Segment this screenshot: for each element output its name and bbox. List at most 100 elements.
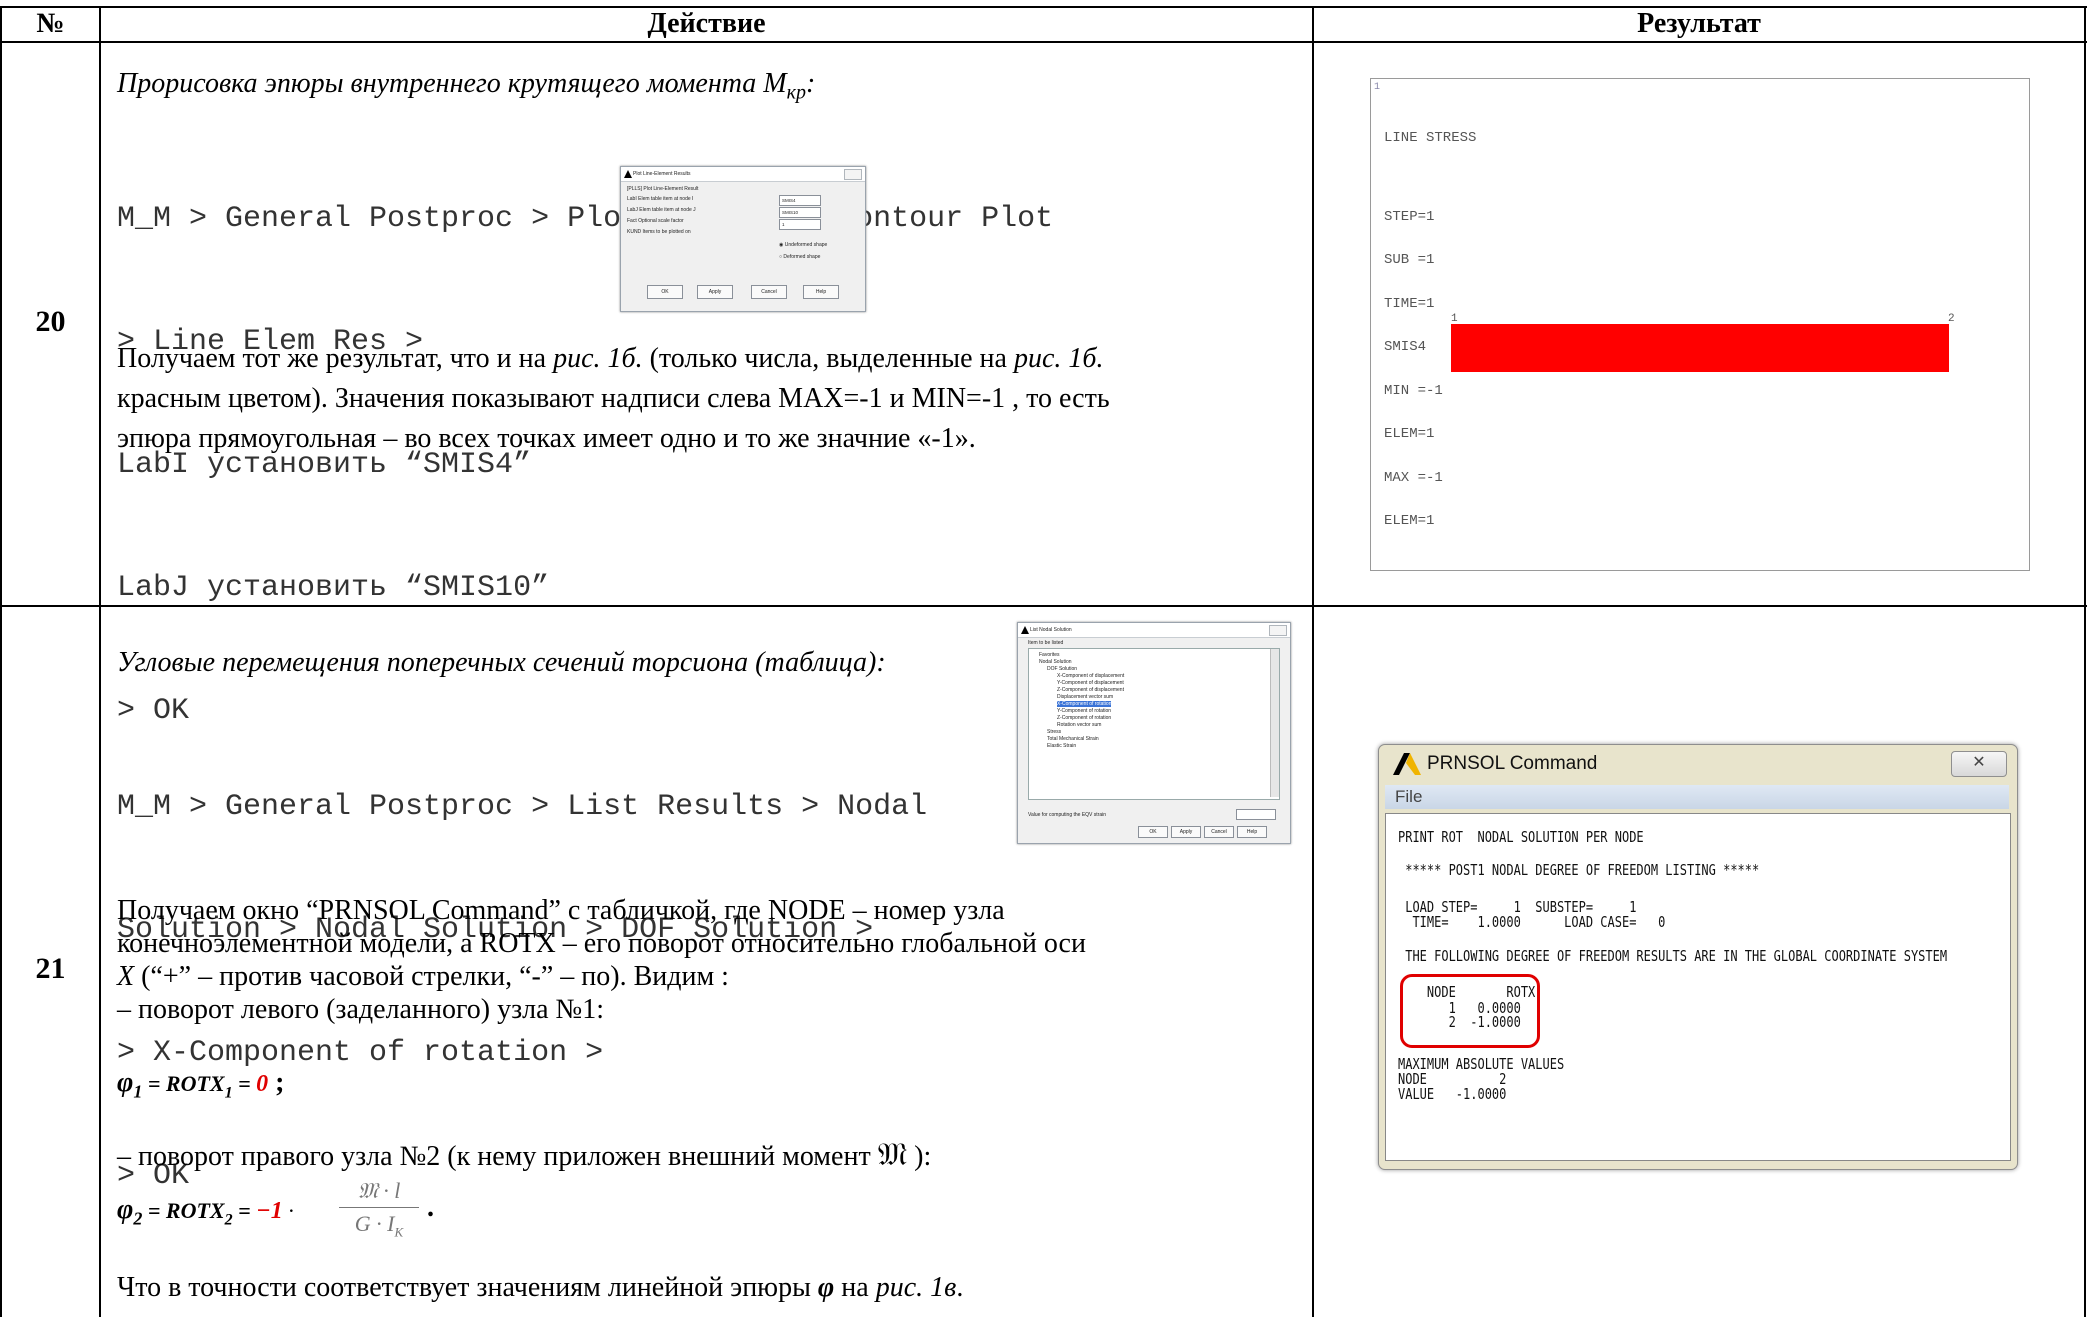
row-number-20: 20 [35,305,66,338]
radio-deformed[interactable]: ○ Deformed shape [779,254,820,260]
para-line: Получаем окно “PRNSOL Command” с табличк… [117,895,1005,926]
text: на [834,1272,876,1303]
text: Что в точности соответствует значениям л… [117,1272,818,1303]
fig-ref: рис. 1в [875,1272,957,1303]
close-icon[interactable] [1269,625,1287,636]
group-label: Item to be listed [1028,640,1064,646]
moment-symbol: 𝔐 [877,1136,908,1172]
ansys-logo-icon [624,170,632,178]
ok-button[interactable]: OK [1138,826,1168,838]
tree-item[interactable]: Favorites [1039,652,1060,658]
dialog-line: LabI Elem table item at node I [627,196,694,202]
tree-item[interactable]: Y-Component of displacement [1057,680,1124,686]
result-highlight-box [1400,974,1540,1048]
formula-text: = ROTX [142,1198,225,1223]
formula-left: φ2 = ROTX2 = −1 · [117,1194,294,1230]
plot-line: ELEM=1 [1384,426,1435,442]
dialog-line: Fact Optional scale factor [627,218,684,224]
column-divider-2 [1312,6,1314,1317]
help-button[interactable]: Help [1237,826,1267,838]
den-sub: K [394,1224,404,1240]
output-line: VALUE -1.0000 [1398,1085,1507,1103]
tree-item[interactable]: Elastic Strain [1047,743,1076,749]
para-line: X (“+” – против часовой стрелки, “-” – п… [117,960,1257,993]
output-line: TIME= 1.0000 LOAD CASE= 0 [1398,913,1666,931]
eqv-strain-input[interactable] [1236,809,1276,820]
prnsol-title: PRNSOL Command [1427,753,1598,774]
radio-label: Deformed shape [783,254,821,260]
tree-item[interactable]: Displacement vector sum [1057,694,1113,700]
ok-button[interactable]: OK [647,285,683,299]
formula-phi1: φ1 = ROTX1 = 0 ; [117,1067,284,1103]
fraction-bar [339,1207,419,1208]
apply-button[interactable]: Apply [697,285,733,299]
tree-item[interactable]: Total Mechanical Strain [1047,736,1099,742]
formula-tail: . [427,1192,434,1223]
item-tree: Favorites Nodal Solution DOF Solution X-… [1028,648,1280,800]
menu-file[interactable]: File [1385,785,2009,809]
tree-item-selected[interactable]: X-Component of rotation [1057,701,1112,707]
text: – поворот правого узла №2 (к нему прилож… [117,1141,878,1172]
fraction: 𝔐 · l G · IK [339,1178,419,1240]
fig-ref: рис. 1б. [553,343,643,374]
apply-button[interactable]: Apply [1171,826,1201,838]
bullet-node1: – поворот левого (заделанного) узла №1: [117,994,605,1025]
table-border-left [0,6,2,1317]
phi-symbol: φ [817,1272,835,1303]
moment-diagram-bar [1451,324,1949,372]
plot-line: TIME=1 [1384,295,1435,312]
row20-heading: Прорисовка эпюры внутреннего крутящего м… [117,68,815,105]
cancel-button[interactable]: Cancel [751,285,787,299]
dialog-line: LabJ Elem table item at node J [627,207,696,213]
labj-select[interactable]: SMIS10 [779,207,821,218]
tree-item[interactable]: Stress [1047,729,1061,735]
plot-line: MIN =-1 [1384,382,1443,399]
cancel-button[interactable]: Cancel [1204,826,1234,838]
formula-text: = [232,1198,257,1223]
tree-item[interactable]: Rotation vector sum [1057,722,1101,728]
ansys-logo-icon [1393,753,1421,775]
formula-text: = ROTX [142,1071,225,1096]
tree-item[interactable]: Z-Component of rotation [1057,715,1111,721]
help-button[interactable]: Help [803,285,839,299]
close-icon[interactable] [844,169,862,180]
explanation-line-2: красным цветом). Значения показывают над… [117,383,1110,414]
scrollbar[interactable] [1270,649,1279,797]
den-text: G · I [354,1211,395,1236]
radio-undeformed[interactable]: ◉ Undeformed shape [779,242,827,248]
para-line: конечноэлементной модели, а ROTX – его п… [117,928,1086,959]
prnsol-output: PRINT ROT NODAL SOLUTION PER NODE ***** … [1385,813,2011,1161]
header-number: № [36,8,65,39]
fraction-numerator: 𝔐 · l [357,1178,401,1203]
formula-text: · [282,1198,294,1223]
table-border-right [2084,6,2086,1317]
text: Получаем тот же результат, что и на [117,343,554,374]
tree-item[interactable]: Nodal Solution [1039,659,1072,665]
formula-sub: 2 [224,1211,233,1229]
tree-item[interactable]: Y-Component of rotation [1057,708,1111,714]
prnsol-window: PRNSOL Command ✕ File PRINT ROT NODAL SO… [1378,744,2018,1170]
plot-line: MAX =-1 [1384,469,1443,486]
tree-item[interactable]: DOF Solution [1047,666,1077,672]
row21-conclusion: Что в точности соответствует значениям л… [117,1268,963,1308]
formula-text: ; [268,1067,285,1098]
plot-line: SUB =1 [1384,252,1435,268]
formula-sub: 1 [224,1084,233,1102]
tree-item[interactable]: X-Component of displacement [1057,673,1124,679]
labi-select[interactable]: SMIS4 [779,195,821,206]
row20-heading-end: : [805,68,816,99]
text: ): [907,1141,932,1172]
formula-value: 0 [256,1071,269,1097]
tree-item[interactable]: Z-Component of displacement [1057,687,1124,693]
bullet-node2: – поворот правого узла №2 (к нему прилож… [117,1134,931,1177]
output-line: PRINT ROT NODAL SOLUTION PER NODE [1398,828,1644,846]
row20-heading-sub: кр [786,81,806,104]
radio-label: Undeformed shape [784,242,828,248]
formula-text: = [232,1071,257,1096]
axis-x: X [117,961,135,992]
plot-line: ELEM=1 [1384,513,1435,529]
formula-text: φ [117,1067,134,1098]
close-button[interactable]: ✕ [1951,751,2007,777]
fact-input[interactable]: 1 [779,219,821,230]
plot-line [1384,175,1518,181]
